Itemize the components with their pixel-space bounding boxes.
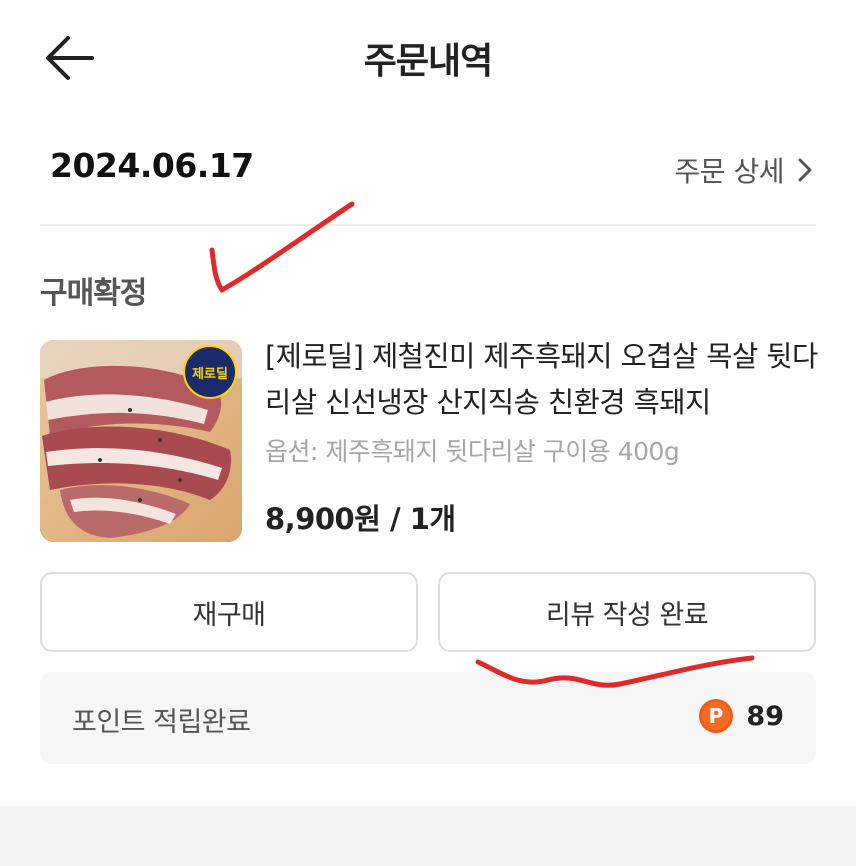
- order-status: 구매확정: [40, 276, 147, 311]
- points-value-group: P 89: [698, 698, 784, 734]
- order-date-row: 2024.06.17 주문 상세: [40, 140, 816, 200]
- order-history-screen: 주문내역 2024.06.17 주문 상세 구매확정 제로딜 [제로딜] 제철진…: [0, 0, 856, 866]
- product-info[interactable]: [제로딜] 제철진미 제주흑돼지 오겹살 목살 뒷다리살 신선냉장 산지직송 친…: [265, 334, 820, 468]
- points-summary: 포인트 적립완료 P 89: [40, 672, 816, 764]
- order-detail-link[interactable]: 주문 상세: [675, 148, 816, 192]
- points-value: 89: [746, 700, 784, 732]
- divider: [40, 224, 816, 226]
- order-date: 2024.06.17: [50, 146, 254, 185]
- product-price: 8,900원 / 1개: [265, 502, 456, 536]
- rebuy-button[interactable]: 재구매: [40, 572, 418, 652]
- point-coin-icon: P: [699, 699, 734, 733]
- order-detail-label: 주문 상세: [674, 155, 785, 188]
- header: 주문내역: [0, 0, 856, 115]
- review-complete-button[interactable]: 리뷰 작성 완료: [438, 572, 816, 652]
- checkmark-annotation: [209, 201, 355, 293]
- point-icon-letter: P: [709, 704, 724, 728]
- product-option: 옵션: 제주흑돼지 뒷다리살 구이용 400g: [265, 437, 680, 466]
- product-badge: 제로딜: [192, 367, 228, 382]
- bottom-separator: [0, 806, 856, 866]
- page-title: 주문내역: [363, 41, 493, 82]
- product-thumbnail[interactable]: 제로딜: [40, 340, 242, 542]
- chevron-right-icon: [798, 158, 812, 182]
- product-name[interactable]: [제로딜] 제철진미 제주흑돼지 오겹살 목살 뒷다리살 신선냉장 산지직송 친…: [265, 334, 820, 426]
- points-label: 포인트 적립완료: [72, 707, 251, 738]
- product-image: 제로딜: [40, 340, 242, 542]
